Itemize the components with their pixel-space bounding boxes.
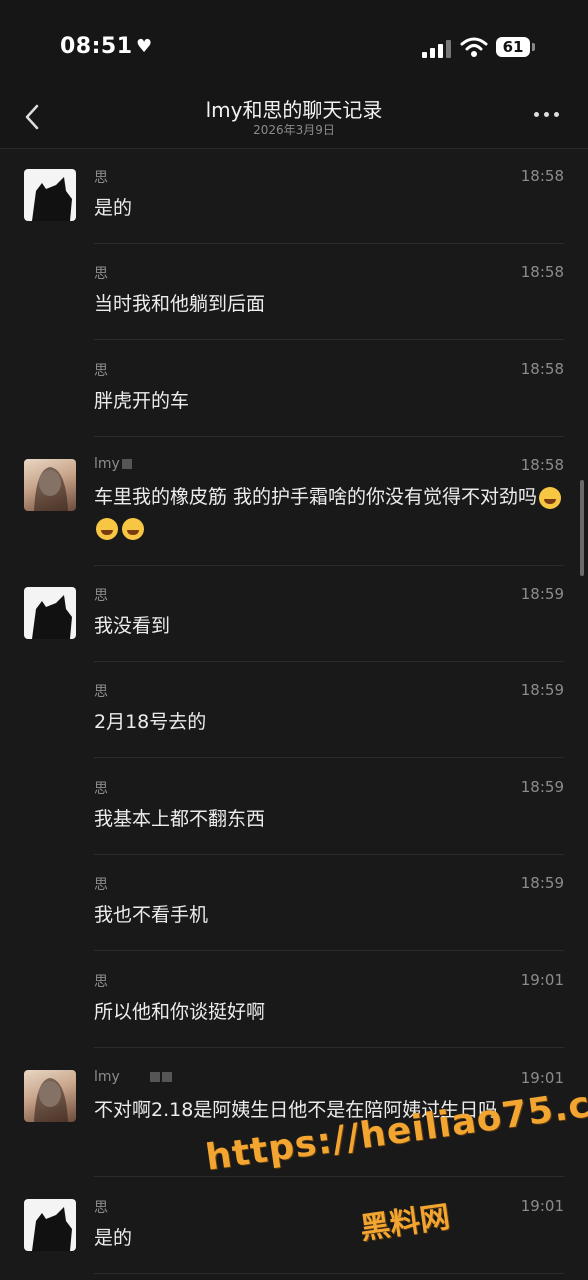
sender-name: 思 — [94, 266, 108, 282]
divider — [94, 243, 564, 244]
redacted-block — [161, 1072, 172, 1082]
message-text: 是的 — [94, 1227, 133, 1249]
scrollbar[interactable] — [580, 480, 584, 576]
divider — [94, 1273, 564, 1274]
page-subtitle: 2026年3月9日 — [253, 123, 335, 137]
message-time: 18:59 — [520, 874, 564, 892]
sender-name: 思 — [94, 781, 108, 797]
message-time: 18:59 — [520, 681, 564, 699]
redacted-block — [121, 459, 132, 469]
message-text: 当时我和他躺到后面 — [94, 293, 266, 315]
avatar[interactable] — [24, 587, 76, 639]
message-text: 我基本上都不翻东西 — [94, 808, 266, 830]
sender-name: lmy — [94, 1069, 172, 1085]
message-time: 19:01 — [520, 971, 564, 989]
heart-icon: ♥ — [136, 36, 153, 57]
divider — [94, 661, 564, 662]
divider — [94, 565, 564, 566]
avatar[interactable] — [24, 1070, 76, 1122]
sender-name: 思 — [94, 684, 108, 700]
page-title: lmy和思的聊天记录 — [205, 98, 383, 122]
avatar[interactable] — [24, 459, 76, 511]
divider — [94, 339, 564, 340]
message-time: 18:58 — [520, 456, 564, 474]
nav-bar: lmy和思的聊天记录 2026年3月9日 — [0, 90, 588, 149]
battery-icon: 61 — [496, 37, 530, 57]
crying-emoji-icon — [122, 517, 144, 540]
divider — [94, 436, 564, 437]
crying-emoji-icon — [539, 486, 562, 509]
message-time: 19:01 — [520, 1197, 564, 1215]
divider — [94, 950, 564, 951]
message-text: 胖虎开的车 — [94, 390, 190, 412]
message-text: 是的 — [94, 197, 133, 219]
message-text: 2月18号去的 — [94, 711, 207, 733]
sender-name: 思 — [94, 363, 108, 379]
divider — [94, 1047, 564, 1048]
divider — [94, 1176, 564, 1177]
sender-name: 思 — [94, 1200, 108, 1216]
sender-name: 思 — [94, 877, 108, 893]
avatar[interactable] — [24, 169, 76, 221]
message-time: 18:58 — [520, 360, 564, 378]
sender-name: lmy — [94, 456, 132, 472]
message-text: 车里我的橡皮筋 我的护手霜啥的你没有觉得不对劲吗 — [94, 482, 564, 544]
message-time: 19:01 — [520, 1069, 564, 1087]
message-text: 所以他和你谈挺好啊 — [94, 1001, 266, 1023]
status-bar: 08:51 ♥ 61 — [0, 0, 588, 90]
wifi-icon — [460, 37, 488, 57]
message-text: 我没看到 — [94, 615, 171, 637]
clock: 08:51 — [60, 34, 133, 59]
sender-name: 思 — [94, 974, 108, 990]
avatar[interactable] — [24, 1199, 76, 1251]
message-time: 18:58 — [520, 263, 564, 281]
battery-cap — [532, 43, 535, 51]
message-time: 18:59 — [520, 585, 564, 603]
message-time: 18:58 — [520, 167, 564, 185]
sender-name: 思 — [94, 170, 108, 186]
crying-emoji-icon — [96, 517, 118, 540]
divider — [94, 757, 564, 758]
sender-name: 思 — [94, 588, 108, 604]
message-text: 我也不看手机 — [94, 904, 209, 926]
cellular-signal-icon — [422, 38, 452, 58]
redacted-block — [149, 1072, 160, 1082]
more-options-icon[interactable] — [534, 112, 564, 120]
message-time: 18:59 — [520, 778, 564, 796]
divider — [94, 854, 564, 855]
